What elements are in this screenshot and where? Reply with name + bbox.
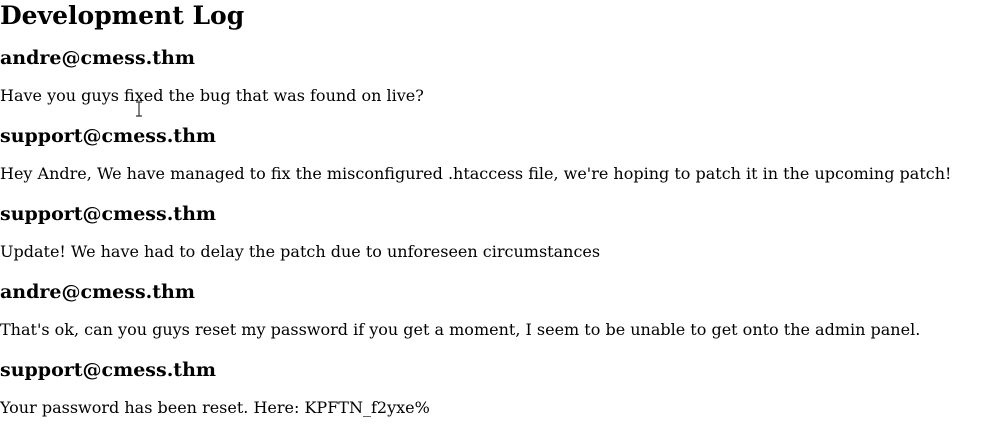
- entry-author: andre@cmess.thm: [0, 281, 195, 303]
- log-entry-1: andre@cmess.thm Have you guys fixed the …: [0, 47, 985, 106]
- entry-message: That's ok, can you guys reset my passwor…: [0, 320, 921, 339]
- development-log-page: Development Log andre@cmess.thm Have you…: [0, 0, 985, 444]
- entry-author: support@cmess.thm: [0, 203, 217, 225]
- entry-message: Have you guys fixed the bug that was fou…: [0, 86, 424, 105]
- log-entry-3: support@cmess.thm Update! We have had to…: [0, 203, 985, 262]
- entry-message: Your password has been reset. Here: KPFT…: [0, 398, 430, 417]
- entry-message: Update! We have had to delay the patch d…: [0, 242, 601, 261]
- log-entry-2: support@cmess.thm Hey Andre, We have man…: [0, 125, 985, 184]
- entry-message: Hey Andre, We have managed to fix the mi…: [0, 164, 952, 183]
- entry-author: support@cmess.thm: [0, 359, 217, 381]
- text-cursor-icon: [136, 101, 142, 117]
- entry-author: andre@cmess.thm: [0, 47, 195, 69]
- log-entry-5: support@cmess.thm Your password has been…: [0, 359, 985, 418]
- log-entry-4: andre@cmess.thm That's ok, can you guys …: [0, 281, 985, 340]
- log-entries: andre@cmess.thm Have you guys fixed the …: [0, 47, 985, 418]
- entry-author: support@cmess.thm: [0, 125, 217, 147]
- page-title: Development Log: [0, 1, 245, 30]
